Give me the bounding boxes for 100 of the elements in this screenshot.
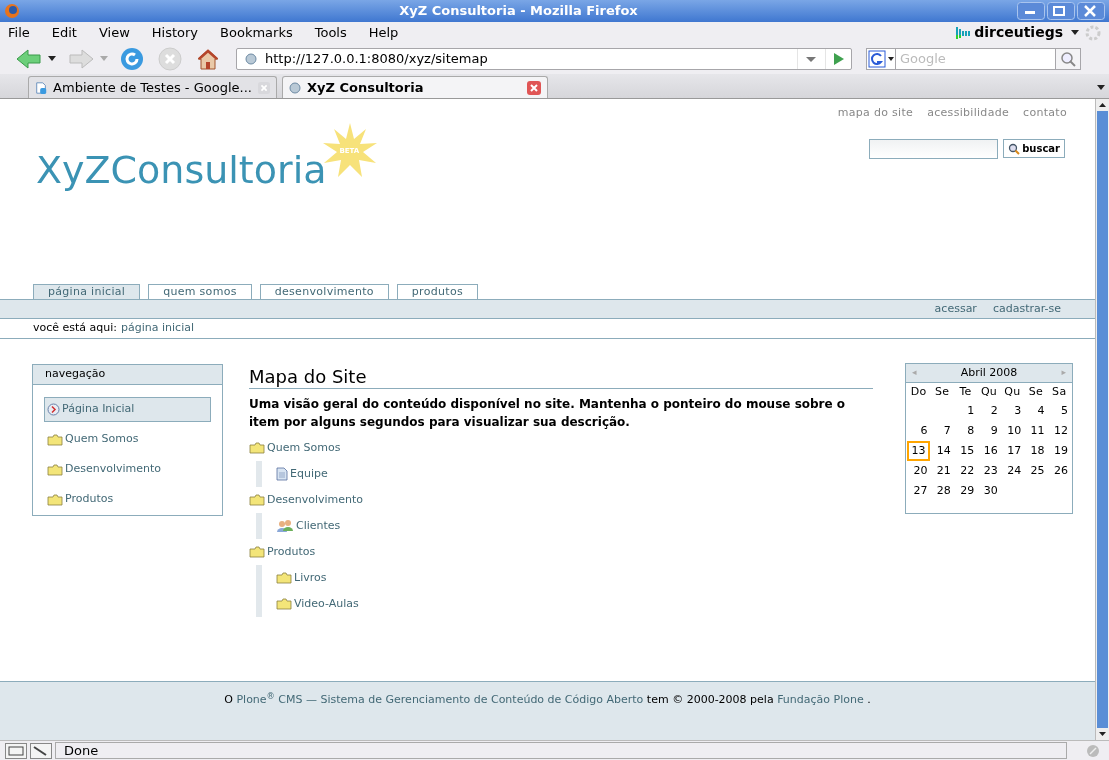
folder-icon [249, 546, 265, 558]
section-tab[interactable]: produtos [396, 284, 478, 299]
reload-icon [120, 46, 144, 71]
equalizer-icon [956, 25, 971, 40]
sitemap-item[interactable]: Clientes [276, 513, 879, 539]
calendar-day[interactable]: 26 [1047, 461, 1071, 481]
site-action-link[interactable]: mapa do site [837, 105, 914, 122]
calendar-day[interactable]: 9 [977, 421, 1001, 441]
browser-tab[interactable]: Ambiente de Testes - Google... [28, 76, 277, 98]
calendar-day[interactable]: 19 [1047, 441, 1071, 461]
calendar-day[interactable]: 8 [953, 421, 978, 441]
minimize-button[interactable] [1017, 2, 1045, 20]
caret-icon [48, 55, 56, 62]
calendar-day[interactable]: 11 [1024, 421, 1048, 441]
calendar-day[interactable]: 2 [977, 401, 1001, 421]
stop-icon [158, 46, 182, 71]
calendar-day[interactable]: 27 [907, 481, 931, 501]
menu-item[interactable]: File [8, 22, 30, 43]
menu-item[interactable]: History [151, 22, 199, 43]
sitemap-item[interactable]: Produtos [249, 539, 879, 565]
navigation-item[interactable]: Página Inicial [44, 397, 211, 422]
calendar-day[interactable]: 20 [907, 461, 931, 481]
calendar-day[interactable]: 30 [977, 481, 1001, 501]
calendar-day[interactable]: 12 [1047, 421, 1071, 441]
navigation-item[interactable]: Quem Somos [44, 427, 211, 452]
calendar-day[interactable]: 5 [1047, 401, 1071, 421]
status-text: Done [55, 742, 1067, 759]
site-action-link[interactable]: acessibilidade [927, 105, 1010, 122]
search-engine-icon[interactable] [866, 47, 896, 70]
menu-item[interactable]: View [98, 22, 130, 43]
site-action-link[interactable]: contato [1023, 105, 1067, 122]
document-icon [35, 80, 48, 95]
search-field[interactable]: Google [896, 47, 1055, 70]
sitemap-item[interactable]: Video-Aulas [276, 591, 879, 617]
user-action-link[interactable]: acessar [934, 300, 977, 318]
folder-icon [47, 463, 63, 476]
page-description: Uma visão geral do conteúdo disponível no site. Mantenha o ponteiro do mouse sobre o item por alguns segundos para visualizar sua descrição. [249, 396, 847, 431]
breadcrumb-label: você está aqui: [33, 320, 118, 337]
calendar-day[interactable]: 4 [1024, 401, 1048, 421]
folder-icon [276, 598, 292, 610]
close-tab-icon [257, 80, 270, 95]
sitemap-item[interactable]: Quem Somos [249, 435, 879, 461]
calendar-day[interactable]: 21 [930, 461, 954, 481]
folder-icon [249, 442, 265, 454]
weekday-label: Sa [1051, 384, 1068, 400]
profile-name[interactable]: dirceutiegs [974, 22, 1063, 43]
scrollbar[interactable] [1095, 99, 1109, 740]
calendar-day[interactable]: 3 [1000, 401, 1025, 421]
navigation-item[interactable]: Desenvolvimento [44, 457, 211, 482]
search-icon[interactable] [1055, 47, 1081, 70]
calendar-day[interactable]: 24 [1000, 461, 1025, 481]
restore-button[interactable] [1047, 2, 1075, 20]
calendar-day[interactable]: 10 [1000, 421, 1025, 441]
arrow-circle-icon [47, 403, 60, 416]
search-button[interactable]: buscar [1003, 139, 1065, 158]
throbber-icon [1085, 24, 1101, 41]
calendar-day[interactable]: 28 [930, 481, 954, 501]
menu-item[interactable]: Help [368, 22, 399, 43]
sitemap-item[interactable]: Equipe [276, 461, 879, 487]
globe-icon [245, 52, 257, 65]
calendar-day[interactable]: 6 [907, 421, 931, 441]
calendar-day[interactable]: 17 [1000, 441, 1025, 461]
footer-link[interactable]: Plone$^{®}$ CMS — Sistema de Gerenciamento de Conteúdo de Código Aberto [236, 693, 644, 706]
close-button[interactable] [1077, 2, 1105, 20]
menu-item[interactable]: Bookmarks [220, 22, 293, 43]
calendar-day[interactable]: 14 [930, 441, 954, 461]
menu-item[interactable]: Tools [314, 22, 347, 43]
calendar-day[interactable]: 15 [953, 441, 978, 461]
sitemap-item[interactable]: Desenvolvimento [249, 487, 879, 513]
calendar-day[interactable]: 16 [977, 441, 1001, 461]
calendar-day[interactable]: 22 [953, 461, 978, 481]
user-action-link[interactable]: cadastrar-se [992, 300, 1061, 318]
section-tab[interactable]: desenvolvimento [259, 284, 389, 299]
calendar-day[interactable]: 1 [953, 401, 978, 421]
close-tab-icon [527, 80, 541, 95]
folder-icon [276, 572, 292, 584]
browser-tab[interactable]: XyZ Consultoria [282, 76, 548, 98]
calendar-day[interactable]: 23 [977, 461, 1001, 481]
caret-icon [100, 55, 108, 62]
navigation-item[interactable]: Produtos [44, 487, 211, 512]
weekday-label: Qu [1003, 384, 1022, 400]
section-tab[interactable]: quem somos [148, 284, 252, 299]
address-bar[interactable]: http://127.0.0.1:8080/xyz/sitemap [236, 47, 852, 70]
calendar-day[interactable]: 25 [1024, 461, 1048, 481]
weekday-label: Qu [979, 384, 999, 400]
menu-item[interactable]: Edit [51, 22, 77, 43]
breadcrumb-link[interactable]: página inicial [121, 320, 195, 337]
document-icon [276, 467, 288, 481]
calendar-day[interactable]: 29 [953, 481, 978, 501]
calendar-day[interactable]: 18 [1024, 441, 1048, 461]
calendar-day[interactable]: 7 [930, 421, 954, 441]
window-title: XyZ Consultoria - Mozilla Firefox [398, 2, 639, 21]
portlet-header: navegação [33, 365, 222, 385]
folder-icon [249, 494, 265, 506]
tab-list-caret-icon [1097, 85, 1105, 90]
section-tab[interactable]: página inicial [33, 284, 141, 299]
search-field[interactable] [869, 138, 999, 159]
sitemap-item[interactable]: Livros [276, 565, 879, 591]
footer-link[interactable]: Fundação Plone [777, 693, 864, 706]
calendar-day[interactable]: 13 [907, 441, 931, 461]
